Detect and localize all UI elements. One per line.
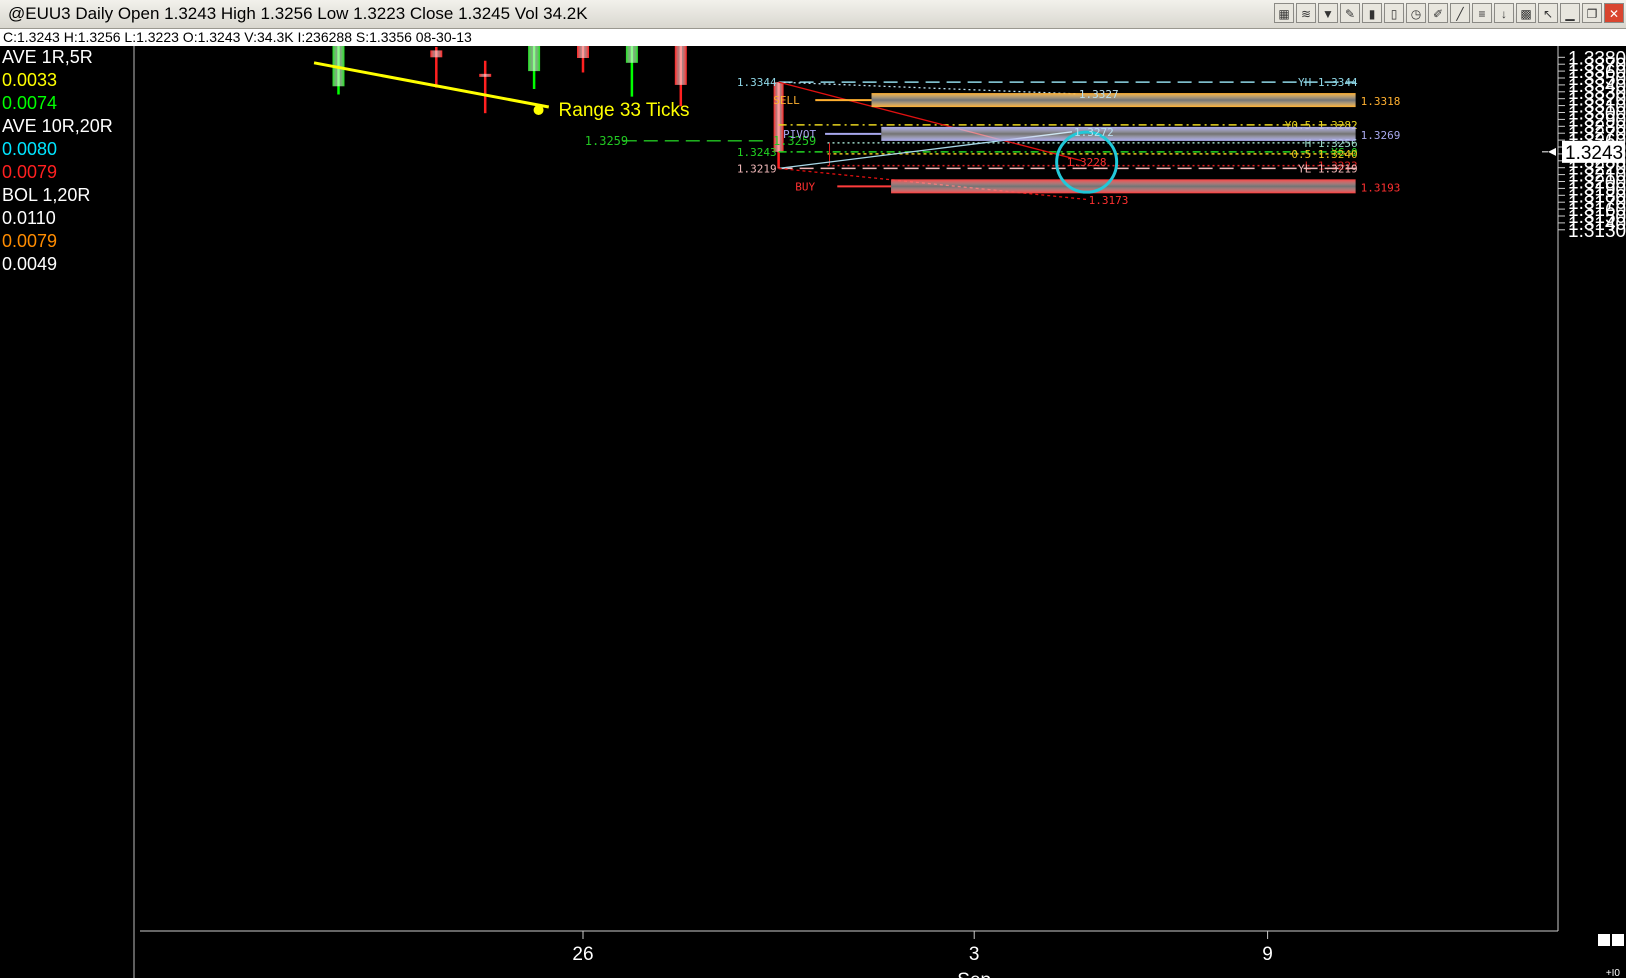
candle-body <box>528 46 541 72</box>
candle-icon[interactable]: ▯ <box>1384 3 1404 23</box>
study-value: AVE 10R,20R <box>2 116 113 136</box>
study-value: 0.0079 <box>2 231 58 251</box>
restore-icon[interactable]: ❐ <box>1582 3 1602 23</box>
arrow-down-icon[interactable]: ↓ <box>1494 3 1514 23</box>
window-title-bar: @EUU3 Daily Open 1.3243 High 1.3256 Low … <box>0 0 1626 29</box>
drawing-icon[interactable]: ✐ <box>1428 3 1448 23</box>
wave-icon[interactable]: ≋ <box>1296 3 1316 23</box>
fib-icon[interactable]: ≡ <box>1472 3 1492 23</box>
candle-body <box>625 46 638 63</box>
candle-body <box>430 50 443 58</box>
price-point-label: 1.3219 <box>737 162 777 175</box>
price-chart[interactable]: 1.33801.33701.33601.33501.33401.33301.33… <box>0 46 1626 978</box>
study-value: 0.0033 <box>2 70 58 90</box>
price-point-label: 1.3272 <box>1074 126 1114 139</box>
level-label: YH 1.3344 <box>1298 76 1358 89</box>
zone-value-pivot: 1.3269 <box>1361 129 1401 142</box>
x-tick-label: 9 <box>1262 944 1273 965</box>
current-price-label: 1.3243 <box>1565 143 1623 164</box>
price-point-label: 1.3327 <box>1079 88 1119 101</box>
study-value: BOL 1,20R <box>2 185 91 205</box>
filter-icon[interactable]: ▼ <box>1318 3 1338 23</box>
study-value: 0.0079 <box>2 162 58 182</box>
chart-toolbar: ▦ ≋ ▼ ✎ ▮ ▯ ◷ ✐ ╱ ≡ ↓ ▩ ↖ ▁ ❐ ✕ <box>1274 3 1624 23</box>
x-corner-label: +I0 <box>1606 968 1621 978</box>
x-tick-label: 3 <box>969 944 980 965</box>
close-icon[interactable]: ✕ <box>1604 3 1624 23</box>
price-point-label: 1.3243 <box>737 146 777 159</box>
x-tick-label: 26 <box>572 944 593 965</box>
zone-label-pivot: PIVOT <box>783 128 816 141</box>
price-point-label: 1.3344 <box>737 76 777 89</box>
study-values-panel: AVE 1R,5R 0.0033 0.0074 AVE 10R,20R 0.0080 0.… <box>2 46 134 276</box>
x-month-label: Sep <box>957 970 991 978</box>
quote-info-text: C:1.3243 H:1.3256 L:1.3223 O:1.3243 V:34… <box>3 29 472 45</box>
zone-bar-pivot[interactable] <box>881 126 1356 141</box>
range-label: Range 33 Ticks <box>559 100 690 121</box>
corner-box <box>1612 934 1624 946</box>
chart-icon[interactable]: ▦ <box>1274 3 1294 23</box>
current-price-arrow <box>1548 147 1556 156</box>
window-title: @EUU3 Daily Open 1.3243 High 1.3256 Low … <box>8 4 588 23</box>
quote-info-bar: C:1.3243 H:1.3256 L:1.3223 O:1.3243 V:34… <box>0 29 1626 46</box>
zone-bar-buy[interactable] <box>891 179 1356 194</box>
trendline[interactable] <box>313 61 550 109</box>
study-value: 0.0080 <box>2 139 58 159</box>
zone-label-sell: SELL <box>773 94 800 107</box>
clock-icon[interactable]: ◷ <box>1406 3 1426 23</box>
minimize-icon[interactable]: ▁ <box>1560 3 1580 23</box>
candle-body <box>674 46 687 85</box>
price-point-label: 1.3228 <box>1067 156 1107 169</box>
zone-label-buy: BUY <box>795 180 815 193</box>
candle-body <box>577 46 589 58</box>
study-value: 0.0074 <box>2 93 58 113</box>
bars-icon[interactable]: ▮ <box>1362 3 1382 23</box>
zone-value-sell: 1.3318 <box>1361 95 1401 108</box>
trash-icon[interactable]: ▩ <box>1516 3 1536 23</box>
line-icon[interactable]: ╱ <box>1450 3 1470 23</box>
candle-body <box>479 73 492 77</box>
price-point-label: 1.3173 <box>1089 194 1129 207</box>
projection-line[interactable] <box>778 81 1077 95</box>
plot-area: Range 33 TicksYH 1.3344Y0.5 1.3282H 1.32… <box>313 46 1401 207</box>
study-value: 0.0049 <box>2 254 58 274</box>
level-label: YL 1.3219 <box>1298 162 1358 175</box>
y-tick-label: 1.3130 <box>1568 221 1626 242</box>
level-label-left: 1.3259 <box>585 134 628 148</box>
zone-value-buy: 1.3193 <box>1361 181 1401 194</box>
pencil-icon[interactable]: ✎ <box>1340 3 1360 23</box>
study-value: 0.0110 <box>2 208 56 228</box>
range-dot <box>533 104 544 115</box>
study-value: AVE 1R,5R <box>2 47 93 67</box>
corner-box <box>1598 934 1610 946</box>
cursor-icon[interactable]: ↖ <box>1538 3 1558 23</box>
